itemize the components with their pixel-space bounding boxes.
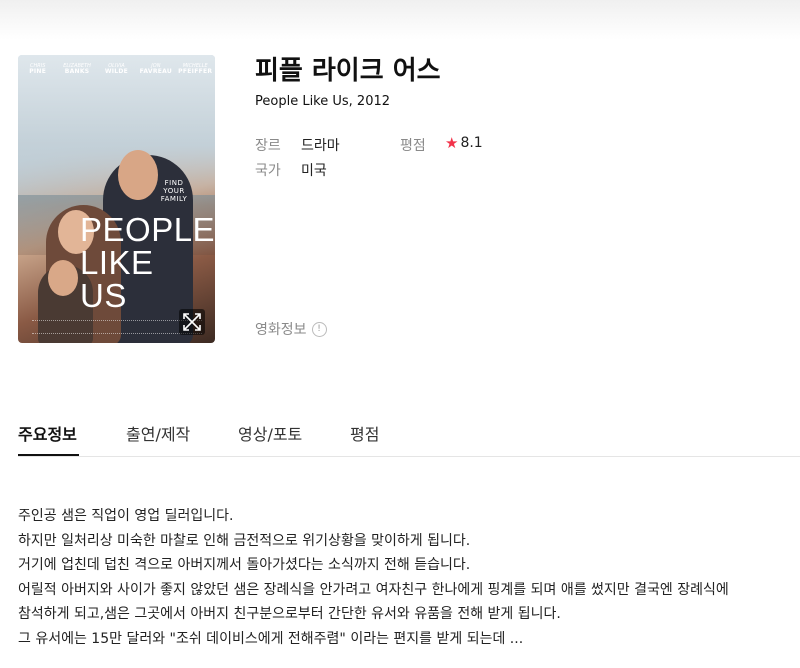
expand-poster-button[interactable] — [179, 309, 205, 335]
country-value: 미국 — [301, 163, 327, 179]
movie-info-label: 영화정보 — [255, 322, 307, 338]
tab-reviews[interactable]: 평점 — [350, 421, 379, 445]
poster-cast-member: JON FAVREAU — [139, 63, 173, 75]
star-icon: ★ — [445, 134, 459, 152]
page-title: 피플 라이크 어스 — [255, 56, 441, 86]
poster-cast: CHRIS PINE ELIZABETH BANKS OLIVIA WILDE JON… — [18, 63, 215, 75]
synopsis-line: 그 유서에는 15만 달러와 "조쉬 데이비스에게 전해주렴" 이라는 편지를 … — [18, 630, 524, 647]
poster-cast-member: CHRIS PINE — [29, 63, 47, 75]
info-icon[interactable]: ! — [311, 321, 327, 337]
tab-bar: 주요정보 출연/제작 영상/포토 평점 — [18, 418, 800, 457]
poster-cast-member: MICHELLE PFEIFFER — [178, 63, 213, 75]
poster-face-boy — [48, 260, 78, 296]
poster-face-man — [118, 150, 158, 200]
tab-video-photo[interactable]: 영상/포토 — [238, 421, 302, 445]
synopsis-line: 거기에 업친데 덥친 격으로 아버지께서 돌아가셨다는 소식까지 전해 듣습니다… — [18, 557, 471, 573]
movie-poster[interactable]: CHRIS PINE ELIZABETH BANKS OLIVIA WILDE JON… — [18, 55, 215, 343]
tab-main-info[interactable]: 주요정보 — [18, 421, 77, 445]
genre-label: 장르 — [255, 138, 281, 154]
rating: ★ 8.1 — [445, 134, 483, 152]
original-title: People Like Us, 2012 — [255, 94, 391, 109]
synopsis-line: 참석하게 되고,샘은 그곳에서 아버지 친구분으로부터 간단한 유서와 유품을 … — [18, 606, 561, 622]
poster-title: PEOPLE LIKE US — [80, 211, 215, 314]
synopsis-line: 어릴적 아버지와 사이가 좋지 않았던 샘은 장례식을 안가려고 여자친구 한나… — [18, 581, 729, 598]
movie-info-link[interactable]: 영화정보 ! — [255, 319, 327, 339]
poster-cast-member: ELIZABETH BANKS — [63, 63, 91, 75]
rating-label: 평점 — [400, 138, 426, 154]
rating-value: 8.1 — [460, 135, 483, 151]
poster-tagline: FIND YOUR FAMILY — [160, 179, 188, 203]
expand-icon — [183, 313, 201, 331]
synopsis-line: 하지만 일처리상 미숙한 마찰로 인해 금전적으로 위기상황을 맞이하게 됩니다… — [18, 532, 471, 549]
top-background — [0, 0, 800, 40]
country-label: 국가 — [255, 163, 281, 179]
synopsis-line: 주인공 샘은 직업이 영업 딜러입니다. — [18, 508, 234, 524]
poster-credits — [32, 320, 202, 334]
genre-value: 드라마 — [301, 138, 340, 154]
tab-cast-crew[interactable]: 출연/제작 — [126, 421, 190, 445]
active-tab-indicator — [18, 454, 79, 456]
poster-cast-member: OLIVIA WILDE — [104, 63, 129, 75]
synopsis: 주인공 샘은 직업이 영업 딜러입니다. 하지만 일처리상 미숙한 마찰로 인해… — [18, 504, 788, 651]
